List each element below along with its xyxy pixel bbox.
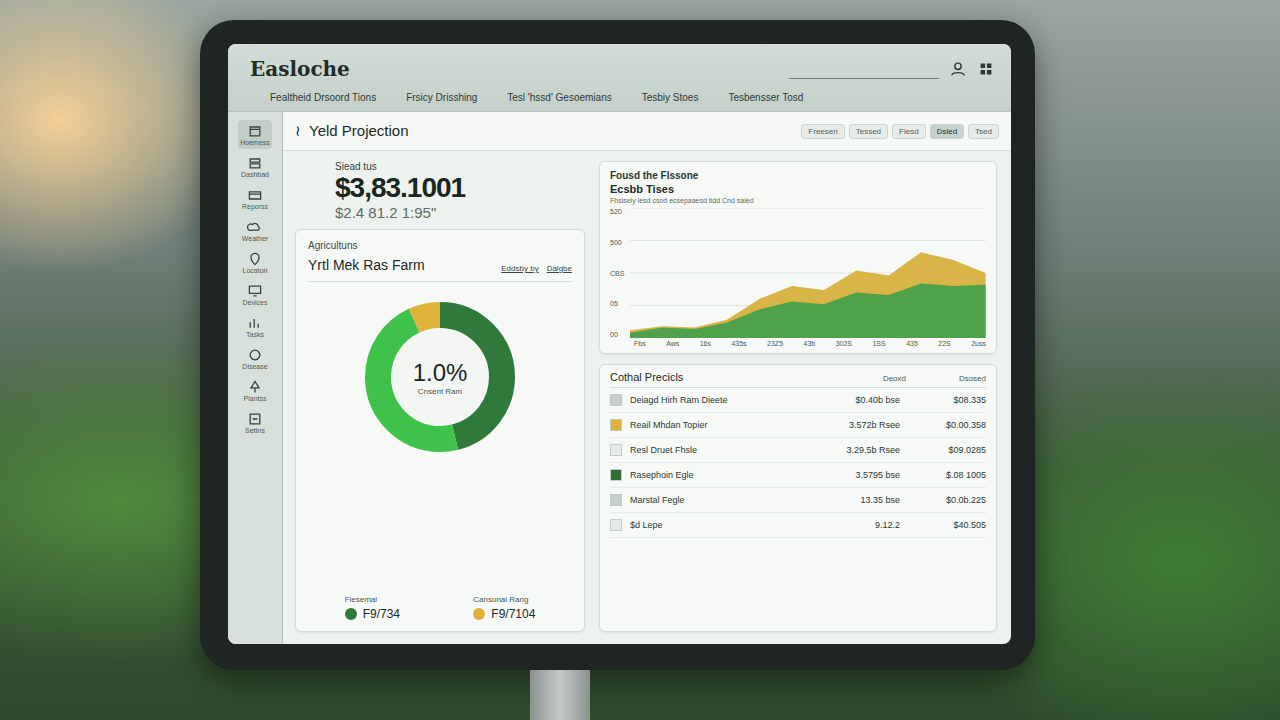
dashboard-screen: Easloche Fealtheid Drsoord Tions Frsicy D… [228,44,1011,644]
table-row[interactable]: Resl Druet Fhsle 3.29.5b Rsee $09.0285 [610,438,986,463]
grid-icon[interactable] [977,60,995,78]
chart-series [630,283,986,338]
sidebar-item[interactable]: Hoemess [238,120,272,149]
main-nav: Fealtheid Drsoord Tions Frsicy Drisshing T… [250,86,995,107]
menu-icon [247,251,263,267]
page-title: ≀Yeld Projection [295,122,409,140]
nav-item[interactable]: Frsicy Drisshing [406,92,477,103]
sidebar-item[interactable]: Dashbad [239,152,271,181]
tablet: Easloche Fealtheid Drsoord Tions Frsicy D… [200,20,1035,670]
legend-item: Fiesemal F9/734 [345,595,400,621]
legend-item: Cansunal Rang F9/7104 [473,595,535,621]
table-row[interactable]: Marstal Fegle 13.35 bse $0.0b.225 [610,488,986,513]
farm-card: Agricultuns Yrtl Mek Ras Farm Eddsby byD… [295,229,585,632]
table-row[interactable]: $d Lepe 9.12.2 $40.505 [610,513,986,538]
sidebar: Hoemess Dashbad Reporss Weather Locaton … [228,112,283,644]
sidebar-item[interactable]: Locaton [241,248,270,277]
filter-button[interactable]: Tessed [849,124,888,139]
logo[interactable]: Easloche [250,57,350,81]
menu-icon [247,155,263,171]
menu-icon [247,315,263,331]
sidebar-item[interactable]: Reporss [240,184,270,213]
sidebar-item[interactable]: Weather [240,216,270,245]
filter-button[interactable]: Fiesd [892,124,926,139]
greenhouse-photo: Easloche Fealtheid Drsoord Tions Frsicy D… [0,0,1280,720]
menu-icon [247,219,263,235]
chart-card: Fousd the Flssone Ecsbb Tises Fhsisely l… [599,161,997,354]
card-link[interactable]: Eddsby by [501,264,538,273]
table-row[interactable]: Deiagd Hirh Ram Dieete $0.40b bse $08.33… [610,388,986,413]
filter-button[interactable]: Freesen [801,124,844,139]
main-panel: ≀Yeld Projection Freesen Tessed Fiesd Dsled… [283,112,1011,644]
menu-icon [247,379,263,395]
search-field[interactable] [789,60,939,79]
table-row[interactable]: Reail Mhdan Topier 3.572b Rsee $0.00.358 [610,413,986,438]
menu-icon [247,283,263,299]
sidebar-item[interactable]: Tasks [244,312,266,341]
user-icon[interactable] [949,60,967,78]
menu-icon [247,187,263,203]
nav-item[interactable]: Tesl 'hssd' Gesoemians [507,92,611,103]
chart-series [630,252,986,338]
nav-item[interactable]: Tesbensser Tosd [728,92,803,103]
summary: Siead tus $3,83.1001 $2.4 81.2 1:95" [295,161,585,221]
sidebar-item[interactable]: Plantss [242,376,269,405]
price-table: Cothal Precicls DeoxdDsosed Deiagd Hirh … [599,364,997,632]
menu-icon [247,347,263,363]
menu-icon [247,411,263,427]
sidebar-item[interactable]: Disease [240,344,269,373]
top-bar: Easloche Fealtheid Drsoord Tions Frsicy D… [228,44,1011,112]
area-chart [630,208,986,338]
tablet-stand [530,670,590,720]
sidebar-item[interactable]: Settns [243,408,267,437]
filter-button[interactable]: Dsled [930,124,964,139]
table-row[interactable]: Rasephoin Egle 3.5795 bse $.08 1005 [610,463,986,488]
sidebar-item[interactable]: Devices [241,280,270,309]
card-link[interactable]: Dalgbe [547,264,572,273]
nav-item[interactable]: Fealtheid Drsoord Tions [270,92,376,103]
filter-button[interactable]: Tsed [968,124,999,139]
nav-item[interactable]: Tesbiy Stoes [642,92,699,103]
menu-icon [247,123,263,139]
